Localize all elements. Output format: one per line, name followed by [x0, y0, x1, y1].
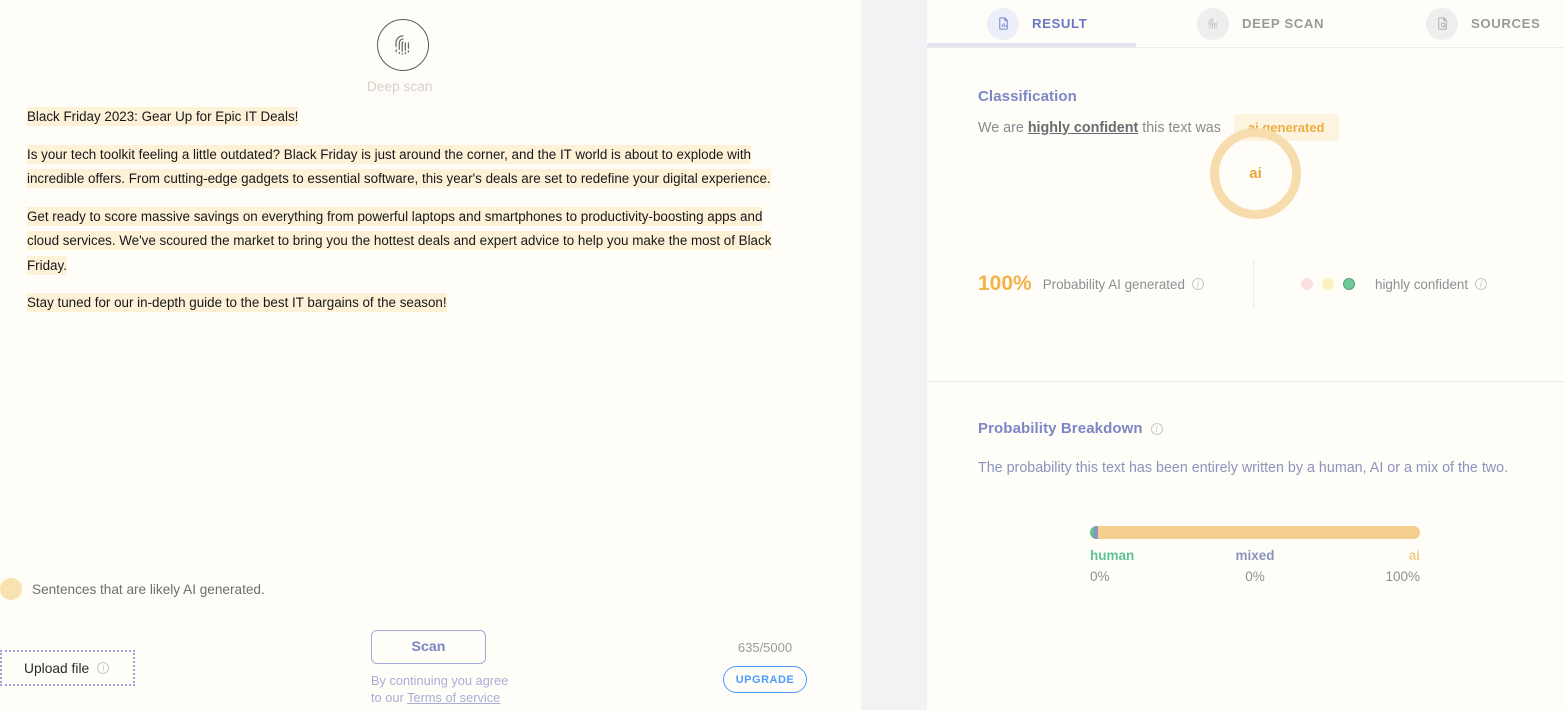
- tab-deep-scan[interactable]: DEEP SCAN: [1197, 0, 1324, 48]
- deep-scan-launcher[interactable]: Deep scan: [367, 19, 432, 94]
- terms-line-1: By continuing you agree: [371, 673, 509, 688]
- document-paragraph: Black Friday 2023: Gear Up for Epic IT D…: [27, 105, 787, 130]
- classification-sentence-prefix: We are: [978, 119, 1024, 136]
- tab-sources-label: SOURCES: [1471, 16, 1541, 31]
- terms-notice: By continuing you agree to our Terms of …: [371, 672, 509, 706]
- document-paragraph: Is your tech toolkit feeling a little ou…: [27, 143, 787, 192]
- confidence-dot-low: [1301, 278, 1313, 290]
- scan-section: Scan By continuing you agree to our Term…: [371, 630, 509, 706]
- confidence-phrase: highly confident: [1027, 119, 1139, 136]
- editor-panel: Deep scan Black Friday 2023: Gear Up for…: [0, 0, 861, 710]
- breakdown-heading-row: Probability Breakdown i: [978, 420, 1513, 437]
- breakdown-description: The probability this text has been entir…: [978, 460, 1509, 476]
- highlighted-sentence: Stay tuned for our in-depth guide to the…: [27, 293, 447, 312]
- breakdown-chart: human 0% mixed 0% ai 100%: [1090, 526, 1420, 584]
- document-chart-icon: [987, 7, 1019, 40]
- confidence-label: highly confident: [1375, 276, 1469, 292]
- quota-section: 635/5000 UPGRADE: [723, 640, 807, 693]
- fingerprint-icon: [1197, 7, 1229, 40]
- metrics-divider: [1253, 260, 1254, 308]
- classification-card: Classification We are highly confident t…: [927, 48, 1564, 382]
- tab-deep-scan-label: DEEP SCAN: [1242, 16, 1325, 31]
- breakdown-category-label: ai: [1408, 548, 1420, 563]
- classification-sentence-suffix: this text was: [1142, 119, 1221, 136]
- probability-metric: 100% Probability AI generated i: [978, 272, 1253, 296]
- document-text[interactable]: Black Friday 2023: Gear Up for Epic IT D…: [27, 105, 787, 329]
- active-tab-indicator: [927, 43, 1136, 47]
- classification-heading: Classification: [978, 88, 1077, 105]
- info-icon[interactable]: i: [97, 662, 110, 674]
- upload-file-button[interactable]: Upload file i: [0, 650, 135, 686]
- tab-result-label: RESULT: [1032, 16, 1088, 31]
- breakdown-value-label: 100%: [1385, 569, 1420, 584]
- legend: Sentences that are likely AI generated.: [0, 578, 265, 600]
- probability-value: 100%: [978, 272, 1032, 295]
- document-paragraph: Stay tuned for our in-depth guide to the…: [27, 291, 787, 316]
- probability-label: Probability AI generated: [1042, 276, 1185, 292]
- highlighted-sentence: Is your tech toolkit feeling a little ou…: [27, 144, 771, 188]
- breakdown-bar: [1090, 526, 1420, 539]
- breakdown-category-label: human: [1090, 548, 1135, 563]
- document-search-icon: [1426, 7, 1458, 40]
- verdict-ring-label: ai: [1249, 165, 1262, 182]
- scan-button[interactable]: Scan: [371, 630, 486, 664]
- highlighted-sentence: Black Friday 2023: Gear Up for Epic IT D…: [27, 107, 299, 126]
- bar-segment-ai: [1097, 526, 1420, 539]
- breakdown-heading: Probability Breakdown: [978, 420, 1143, 437]
- terms-prefix: to our: [371, 690, 408, 705]
- tab-sources[interactable]: SOURCES: [1426, 0, 1540, 48]
- confidence-dot-high: [1343, 278, 1355, 290]
- breakdown-column-ai: ai 100%: [1310, 548, 1420, 584]
- info-icon[interactable]: i: [1475, 278, 1488, 290]
- document-paragraph: Get ready to score massive savings on ev…: [27, 205, 787, 279]
- ai-detector-app: Deep scan Black Friday 2023: Gear Up for…: [0, 0, 1564, 710]
- info-icon[interactable]: i: [1150, 422, 1163, 435]
- legend-label: Sentences that are likely AI generated.: [32, 581, 265, 597]
- verdict-ring: ai: [1210, 128, 1301, 219]
- results-panel: RESULT DEEP SCAN SOURCES Classification …: [927, 0, 1564, 710]
- tab-result[interactable]: RESULT: [987, 0, 1087, 48]
- confidence-metric: highly confident i: [1301, 276, 1488, 292]
- character-count: 635/5000: [737, 640, 793, 655]
- panel-divider: [861, 0, 927, 710]
- info-icon[interactable]: i: [1191, 278, 1204, 290]
- upgrade-button[interactable]: UPGRADE: [723, 666, 807, 693]
- breakdown-value-label: 0%: [1245, 569, 1265, 584]
- upload-file-label: Upload file: [24, 660, 90, 676]
- legend-color-dot: [0, 578, 22, 600]
- metrics-row: 100% Probability AI generated i highly c…: [978, 260, 1513, 308]
- confidence-dot-medium: [1322, 278, 1334, 290]
- breakdown-value-label: 0%: [1090, 569, 1110, 584]
- breakdown-category-label: mixed: [1235, 548, 1275, 563]
- breakdown-labels: human 0% mixed 0% ai 100%: [1090, 548, 1420, 584]
- breakdown-column-mixed: mixed 0%: [1200, 548, 1310, 584]
- deep-scan-label: Deep scan: [367, 79, 433, 94]
- fingerprint-icon[interactable]: [377, 19, 429, 71]
- highlighted-sentence: Get ready to score massive savings on ev…: [27, 206, 772, 275]
- terms-of-service-link[interactable]: Terms of service: [407, 690, 500, 705]
- breakdown-column-human: human 0%: [1090, 548, 1200, 584]
- confidence-dots: [1301, 278, 1355, 290]
- probability-breakdown-card: Probability Breakdown i The probability …: [927, 382, 1564, 584]
- terms-line-2: to our Terms of service: [371, 689, 500, 706]
- results-tabs: RESULT DEEP SCAN SOURCES: [927, 0, 1564, 48]
